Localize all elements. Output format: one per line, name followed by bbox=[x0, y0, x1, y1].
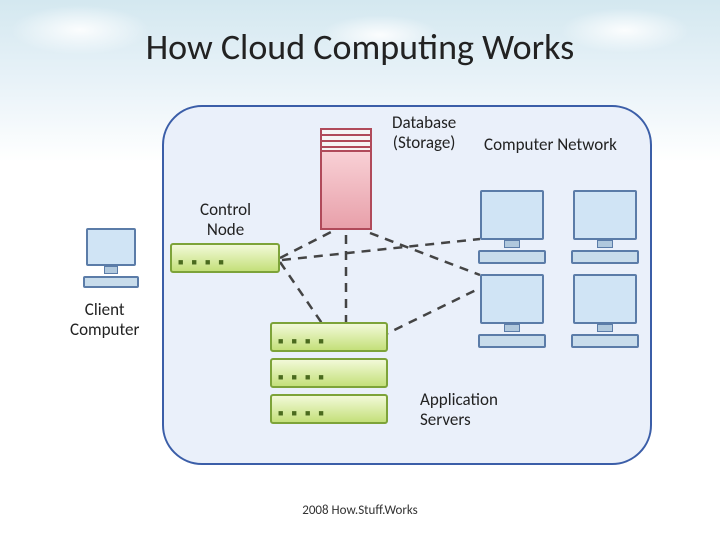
computer-network-label: Computer Network bbox=[484, 135, 617, 155]
attribution-text: 2008 How.Stuff.Works bbox=[0, 503, 720, 518]
client-computer-icon bbox=[78, 228, 144, 294]
application-servers-icon: ■ ■ ■ ■ ■ ■ ■ ■ ■ ■ ■ ■ bbox=[270, 322, 388, 430]
database-storage-icon bbox=[320, 128, 372, 232]
control-node-label: Control Node bbox=[200, 200, 251, 239]
database-label: Database (Storage) bbox=[392, 113, 456, 152]
application-servers-label: Application Servers bbox=[420, 390, 498, 429]
page-title: How Cloud Computing Works bbox=[0, 25, 720, 69]
computer-network-icon bbox=[472, 190, 644, 348]
client-computer-label: Client Computer bbox=[70, 300, 139, 339]
control-node-icon: ■ ■ ■ ■ bbox=[170, 243, 280, 273]
